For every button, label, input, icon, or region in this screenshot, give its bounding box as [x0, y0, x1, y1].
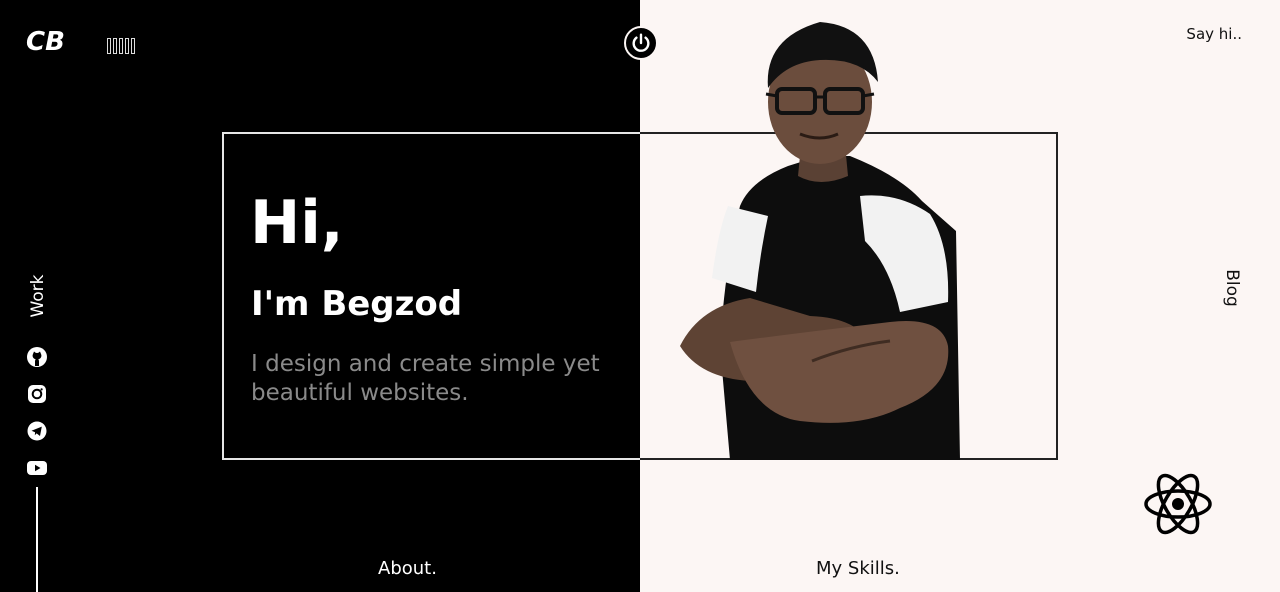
instagram-icon[interactable] [26, 383, 48, 405]
power-toggle-button[interactable] [624, 26, 658, 60]
social-links [26, 346, 48, 494]
my-skills-link[interactable]: My Skills. [816, 558, 900, 579]
hero-tagline: I design and create simple yet beautiful… [251, 351, 600, 406]
hero-greeting: Hi, [250, 188, 344, 258]
github-icon[interactable] [26, 346, 48, 368]
social-divider-line [36, 487, 38, 592]
profile-photo [680, 22, 960, 460]
logo-text: CB [26, 27, 65, 56]
work-link[interactable]: Work [28, 274, 48, 317]
youtube-icon[interactable] [26, 457, 48, 479]
telegram-icon[interactable] [26, 420, 48, 442]
hero-name: I'm Begzod [251, 284, 463, 324]
blog-link[interactable]: Blog [1222, 269, 1242, 307]
say-hi-link[interactable]: Say hi.. [1186, 25, 1242, 43]
logo-cb[interactable]: CB [26, 26, 72, 57]
about-link[interactable]: About. [378, 558, 437, 579]
power-icon [632, 33, 650, 52]
react-atom-icon [1144, 473, 1212, 535]
menu-icon[interactable] [107, 38, 137, 56]
